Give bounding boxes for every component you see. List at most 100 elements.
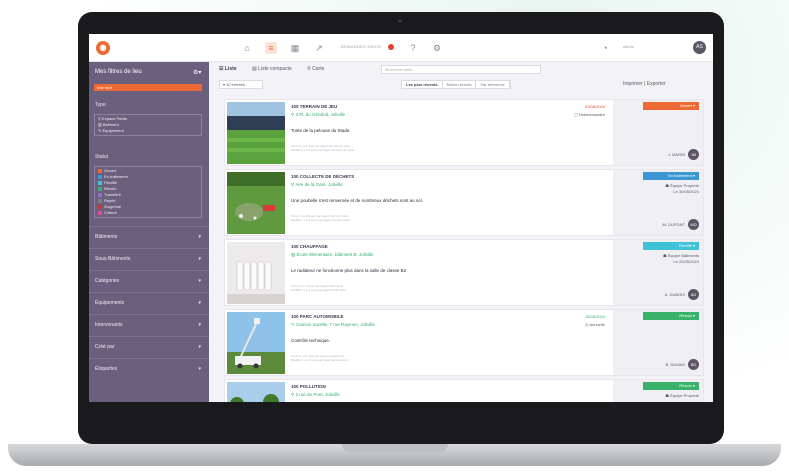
bell-icon[interactable]: ◔ bbox=[599, 42, 611, 54]
card-location: ⚲ 3 Pl. du Général, Joliville bbox=[291, 112, 346, 117]
sort-buttons: Les plus récents Moins récents Par référ… bbox=[401, 80, 511, 89]
request-card[interactable]: 100 POLLUTION ⚲ 2 rue du Pont, Joliville… bbox=[224, 379, 704, 402]
search-input[interactable]: Rechercher dans... bbox=[381, 65, 541, 74]
chevron-down-icon: ▾ bbox=[198, 366, 201, 372]
card-title: 100 PARC AUTOMOBILE bbox=[291, 314, 344, 319]
section-sub-buildings[interactable]: Sous-Bâtiments ▾ bbox=[89, 248, 209, 268]
sidebar-options-icon[interactable]: ⚙▾ bbox=[193, 69, 201, 76]
card-meta: Créé il y a 20 jours par Agent Service V… bbox=[291, 214, 351, 222]
app-logo-icon[interactable]: ◉ bbox=[96, 41, 110, 55]
card-meta: Créé il y a 6 mois par Agent Service de … bbox=[291, 144, 355, 152]
top-bar: ◉ ⌂ ≡ ▦ ↗ DEMANDES ENVOI ? ⚙ ◔ Alexis AS bbox=[89, 34, 713, 62]
status-badge[interactable]: Résolu ▾ bbox=[643, 312, 699, 320]
assigned-team: ☗ Équipe Propreté Le 30/05/2024 bbox=[665, 183, 699, 194]
requests-tab-label[interactable]: DEMANDES ENVOI bbox=[341, 44, 381, 49]
card-side-panel: En traitement ▾ ☗ Équipe Propreté Le 30/0… bbox=[613, 170, 703, 235]
tab-map[interactable]: ⚲ Carte bbox=[307, 66, 331, 72]
notification-badge bbox=[388, 44, 394, 50]
chart-icon[interactable]: ↗ bbox=[313, 42, 325, 54]
webcam bbox=[398, 19, 402, 23]
card-meta: Créé il y a 5 mois par Agent équipement M… bbox=[291, 354, 348, 362]
card-person: B. DUMAS bbox=[665, 362, 685, 367]
app-screen: ◉ ⌂ ≡ ▦ ↗ DEMANDES ENVOI ? ⚙ ◔ Alexis AS… bbox=[89, 34, 713, 402]
card-location: ✎ Camion nacelle, 7 rue Raymon, Jolivill… bbox=[291, 322, 375, 327]
status-filter-box: Ouvert En traitement Planifié Résolu Tra… bbox=[94, 166, 202, 218]
card-description: Le radiateur ne fonctionne plus dans la … bbox=[291, 268, 408, 273]
sort-old-button[interactable]: Moins récents bbox=[443, 81, 477, 88]
section-equipment[interactable]: Équipements ▾ bbox=[89, 292, 209, 312]
status-badge[interactable]: Résolu ▾ bbox=[643, 382, 699, 390]
view-tabs: ☰ Liste ▤ Liste compacte ⚲ Carte bbox=[219, 66, 338, 72]
card-title: 100 COLLECTE DE DÉCHETS bbox=[291, 174, 355, 179]
section-created-by[interactable]: Créé par ▾ bbox=[89, 336, 209, 356]
avatar: BD bbox=[688, 359, 699, 370]
sort-recent-button[interactable]: Les plus récents bbox=[402, 81, 443, 88]
card-title: 100 POLLUTION bbox=[291, 384, 326, 389]
card-description: Une poubelle s'est renversée et de nombr… bbox=[291, 198, 423, 203]
section-categories[interactable]: Catégories ▾ bbox=[89, 270, 209, 290]
tab-compact[interactable]: ▤ Liste compacte bbox=[252, 66, 299, 72]
section-buildings[interactable]: Bâtiments ▾ bbox=[89, 226, 209, 246]
list-icon[interactable]: ≡ bbox=[265, 42, 277, 54]
gear-icon[interactable]: ⚙ bbox=[431, 42, 443, 54]
card-description: Contrôle technique. bbox=[291, 338, 331, 343]
avatar: AD bbox=[688, 289, 699, 300]
chevron-down-icon: ▾ bbox=[198, 344, 201, 350]
request-card[interactable]: 100 CHAUFFAGE ▥ École élémentaire, bâtim… bbox=[224, 239, 704, 306]
assigned-team: ☗ Équipe Bâtiments Le 22/05/2024 bbox=[662, 253, 699, 264]
type-filter-box: ⚲ Espace Public ▥ Bâtiment ✎ Équipement bbox=[94, 114, 202, 136]
chevron-down-icon: ▾ bbox=[198, 234, 201, 240]
entries-select[interactable]: ▾ 10 entrées bbox=[219, 80, 263, 89]
avatar: MD bbox=[688, 219, 699, 230]
status-badge[interactable]: Ouvert ▾ bbox=[643, 102, 699, 110]
avatar: JM bbox=[688, 149, 699, 160]
card-side-panel: Résolu ▾ ☗ Équipe Propreté bbox=[613, 380, 703, 402]
waste-thumbnail bbox=[227, 172, 285, 234]
card-person: A. DUBOIS bbox=[664, 292, 685, 297]
avatar[interactable]: AS bbox=[693, 41, 706, 54]
tab-list[interactable]: ☰ Liste bbox=[219, 66, 244, 72]
stadium-thumbnail bbox=[227, 102, 285, 164]
sort-ref-button[interactable]: Par référence bbox=[476, 81, 510, 88]
calendar-icon[interactable]: ▦ bbox=[289, 42, 301, 54]
user-name[interactable]: Alexis bbox=[623, 44, 634, 49]
card-date: 15/05/2024 bbox=[584, 314, 605, 319]
radiator-thumbnail bbox=[227, 242, 285, 304]
card-meta: Créé il y a 7 jours par Agent Patrimoine… bbox=[291, 284, 347, 292]
card-person: M. DUPONT bbox=[662, 222, 685, 227]
section-tags[interactable]: Étiquettes ▾ bbox=[89, 358, 209, 378]
filter-all-button[interactable]: Voir tout bbox=[94, 84, 202, 91]
print-export-button[interactable]: Imprimer | Exporter bbox=[623, 81, 666, 87]
pollution-thumbnail bbox=[227, 382, 285, 402]
card-recurrence: ◷ Annuelle bbox=[585, 322, 605, 327]
card-location: ⚲ 2 rue du Pont, Joliville bbox=[291, 392, 340, 397]
card-side-panel: Ouvert ▾ J. MARIN JM bbox=[613, 100, 703, 165]
assigned-team: ☗ Équipe Propreté bbox=[665, 393, 699, 398]
request-card[interactable]: 100 COLLECTE DE DÉCHETS ⚲ Aire de la Gar… bbox=[224, 169, 704, 236]
card-side-panel: Résolu ▾ B. DUMAS BD bbox=[613, 310, 703, 375]
status-option[interactable]: Clôturé bbox=[95, 210, 201, 216]
sidebar-title: Mes filtres de lieu bbox=[95, 69, 142, 75]
section-contributors[interactable]: Intervenants ▾ bbox=[89, 314, 209, 334]
type-option[interactable]: ✎ Équipement bbox=[95, 128, 201, 134]
status-badge[interactable]: En traitement ▾ bbox=[643, 172, 699, 180]
card-recurrence: ▢ Hebdomadaire bbox=[573, 112, 605, 117]
chevron-down-icon: ▾ bbox=[198, 322, 201, 328]
request-card[interactable]: 100 PARC AUTOMOBILE ✎ Camion nacelle, 7 … bbox=[224, 309, 704, 376]
chevron-down-icon: ▾ bbox=[198, 278, 201, 284]
card-side-panel: Planifié ▾ ☗ Équipe Bâtiments Le 22/05/20… bbox=[613, 240, 703, 305]
home-icon[interactable]: ⌂ bbox=[241, 42, 253, 54]
card-location: ⚲ Aire de la Gare, Joliville bbox=[291, 182, 343, 187]
card-date: 02/06/2024 bbox=[584, 104, 605, 109]
truck-thumbnail bbox=[227, 312, 285, 374]
status-label: Statut bbox=[95, 154, 109, 160]
card-location: ▥ École élémentaire, bâtiment B, Jolivil… bbox=[291, 252, 374, 257]
card-description: Tonte de la pelouse du Stade. bbox=[291, 128, 351, 133]
status-badge[interactable]: Planifié ▾ bbox=[643, 242, 699, 250]
chevron-down-icon: ▾ bbox=[198, 256, 201, 262]
request-card[interactable]: 100 TERRAIN DE JEU ⚲ 3 Pl. du Général, J… bbox=[224, 99, 704, 166]
card-person: J. MARIN bbox=[667, 152, 685, 157]
laptop-notch bbox=[342, 444, 448, 452]
type-label: Type bbox=[95, 102, 106, 108]
help-icon[interactable]: ? bbox=[407, 42, 419, 54]
